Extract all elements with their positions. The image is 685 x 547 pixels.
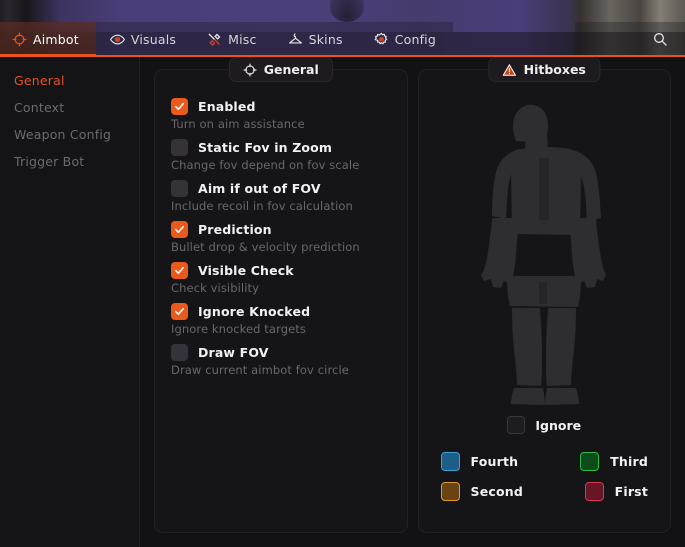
color-swatch-first[interactable] bbox=[585, 482, 604, 501]
warning-triangle-icon bbox=[503, 63, 517, 77]
checkbox-aim-if-out-of-fov[interactable] bbox=[171, 180, 188, 197]
check-icon bbox=[174, 306, 185, 317]
option-visible-check-description: Check visibility bbox=[171, 281, 391, 295]
tab-strip: Aimbot Visuals Misc bbox=[0, 22, 575, 56]
sidebar-item-general[interactable]: General bbox=[14, 67, 139, 94]
banner-figure bbox=[330, 0, 364, 22]
header-right-area bbox=[575, 22, 685, 56]
body-area: General Context Weapon Config Trigger Bo… bbox=[0, 57, 685, 547]
option-static-fov-in-zoom-label: Static Fov in Zoom bbox=[198, 140, 332, 155]
option-aim-if-out-of-fov-description: Include recoil in fov calculation bbox=[171, 199, 391, 213]
option-ignore-knocked-label: Ignore Knocked bbox=[198, 304, 310, 319]
option-visible-check-label: Visible Check bbox=[198, 263, 294, 278]
general-panel-title: General bbox=[229, 57, 333, 82]
sidebar-item-weapon-config[interactable]: Weapon Config bbox=[14, 121, 139, 148]
option-enabled-description: Turn on aim assistance bbox=[171, 117, 391, 131]
hitbox-priority-legend: Fourth Third Second First bbox=[435, 452, 655, 501]
hitbox-ignore-row[interactable]: Ignore bbox=[435, 416, 655, 434]
hitbox-priority-first[interactable]: First bbox=[544, 482, 648, 501]
search-icon[interactable] bbox=[652, 31, 668, 47]
general-panel: General Enabled Turn on aim assistance bbox=[154, 69, 408, 533]
option-prediction-label: Prediction bbox=[198, 222, 272, 237]
sidebar: General Context Weapon Config Trigger Bo… bbox=[0, 57, 140, 547]
hitbox-priority-third-label: Third bbox=[610, 454, 648, 469]
check-icon bbox=[174, 224, 185, 235]
option-visible-check[interactable]: Visible Check bbox=[171, 262, 391, 279]
hitbox-priority-fourth[interactable]: Fourth bbox=[441, 452, 545, 471]
general-options-list: Enabled Turn on aim assistance Static Fo… bbox=[171, 98, 391, 377]
checkbox-ignore-knocked[interactable] bbox=[171, 303, 188, 320]
tab-skins-label: Skins bbox=[309, 32, 343, 47]
player-silhouette-icon[interactable] bbox=[469, 100, 619, 412]
check-icon bbox=[174, 265, 185, 276]
hitbox-priority-second-label: Second bbox=[471, 484, 524, 499]
hitboxes-panel: Hitboxes bbox=[418, 69, 672, 533]
hitboxes-panel-title-label: Hitboxes bbox=[524, 62, 586, 77]
tab-misc[interactable]: Misc bbox=[193, 22, 273, 56]
tools-icon bbox=[207, 32, 222, 47]
general-panel-title-label: General bbox=[264, 62, 319, 77]
sidebar-item-context[interactable]: Context bbox=[14, 94, 139, 121]
hitbox-ignore-label: Ignore bbox=[535, 418, 581, 433]
header-bar: Aimbot Visuals Misc bbox=[0, 22, 685, 56]
checkbox-visible-check[interactable] bbox=[171, 262, 188, 279]
eye-icon bbox=[110, 32, 125, 47]
option-aim-if-out-of-fov[interactable]: Aim if out of FOV bbox=[171, 180, 391, 197]
option-draw-fov-description: Draw current aimbot fov circle bbox=[171, 363, 391, 377]
checkbox-enabled[interactable] bbox=[171, 98, 188, 115]
content-area: General Enabled Turn on aim assistance bbox=[140, 57, 685, 547]
option-prediction-description: Bullet drop & velocity prediction bbox=[171, 240, 391, 254]
option-prediction[interactable]: Prediction bbox=[171, 221, 391, 238]
option-static-fov-in-zoom[interactable]: Static Fov in Zoom bbox=[171, 139, 391, 156]
crosshair-icon bbox=[12, 32, 27, 47]
crosshair-icon bbox=[243, 63, 257, 77]
tab-skins[interactable]: Skins bbox=[274, 22, 360, 56]
tab-config-label: Config bbox=[395, 32, 436, 47]
checkbox-static-fov-in-zoom[interactable] bbox=[171, 139, 188, 156]
gear-icon bbox=[374, 32, 389, 47]
color-swatch-fourth[interactable] bbox=[441, 452, 460, 471]
tab-misc-label: Misc bbox=[228, 32, 256, 47]
checkbox-draw-fov[interactable] bbox=[171, 344, 188, 361]
tab-aimbot[interactable]: Aimbot bbox=[0, 22, 96, 56]
option-draw-fov[interactable]: Draw FOV bbox=[171, 344, 391, 361]
option-static-fov-in-zoom-description: Change fov depend on fov scale bbox=[171, 158, 391, 172]
option-enabled[interactable]: Enabled bbox=[171, 98, 391, 115]
option-aim-if-out-of-fov-label: Aim if out of FOV bbox=[198, 181, 321, 196]
color-swatch-second[interactable] bbox=[441, 482, 460, 501]
option-ignore-knocked-description: Ignore knocked targets bbox=[171, 322, 391, 336]
color-swatch-third[interactable] bbox=[580, 452, 599, 471]
hitbox-priority-third[interactable]: Third bbox=[544, 452, 648, 471]
option-enabled-label: Enabled bbox=[198, 99, 256, 114]
hanger-icon bbox=[288, 32, 303, 47]
tab-config[interactable]: Config bbox=[360, 22, 453, 56]
option-draw-fov-label: Draw FOV bbox=[198, 345, 269, 360]
hitbox-figure-area[interactable] bbox=[435, 94, 655, 412]
check-icon bbox=[174, 101, 185, 112]
hitbox-priority-second[interactable]: Second bbox=[441, 482, 545, 501]
header-accent-underline bbox=[0, 55, 685, 57]
checkbox-prediction[interactable] bbox=[171, 221, 188, 238]
tab-visuals-label: Visuals bbox=[131, 32, 176, 47]
checkbox-ignore[interactable] bbox=[507, 416, 525, 434]
app-root: Aimbot Visuals Misc bbox=[0, 0, 685, 547]
hitbox-priority-first-label: First bbox=[615, 484, 648, 499]
hitbox-priority-fourth-label: Fourth bbox=[471, 454, 519, 469]
tab-aimbot-label: Aimbot bbox=[33, 32, 79, 47]
tab-visuals[interactable]: Visuals bbox=[96, 22, 193, 56]
sidebar-item-trigger-bot[interactable]: Trigger Bot bbox=[14, 148, 139, 175]
hitboxes-panel-title: Hitboxes bbox=[489, 57, 600, 82]
option-ignore-knocked[interactable]: Ignore Knocked bbox=[171, 303, 391, 320]
